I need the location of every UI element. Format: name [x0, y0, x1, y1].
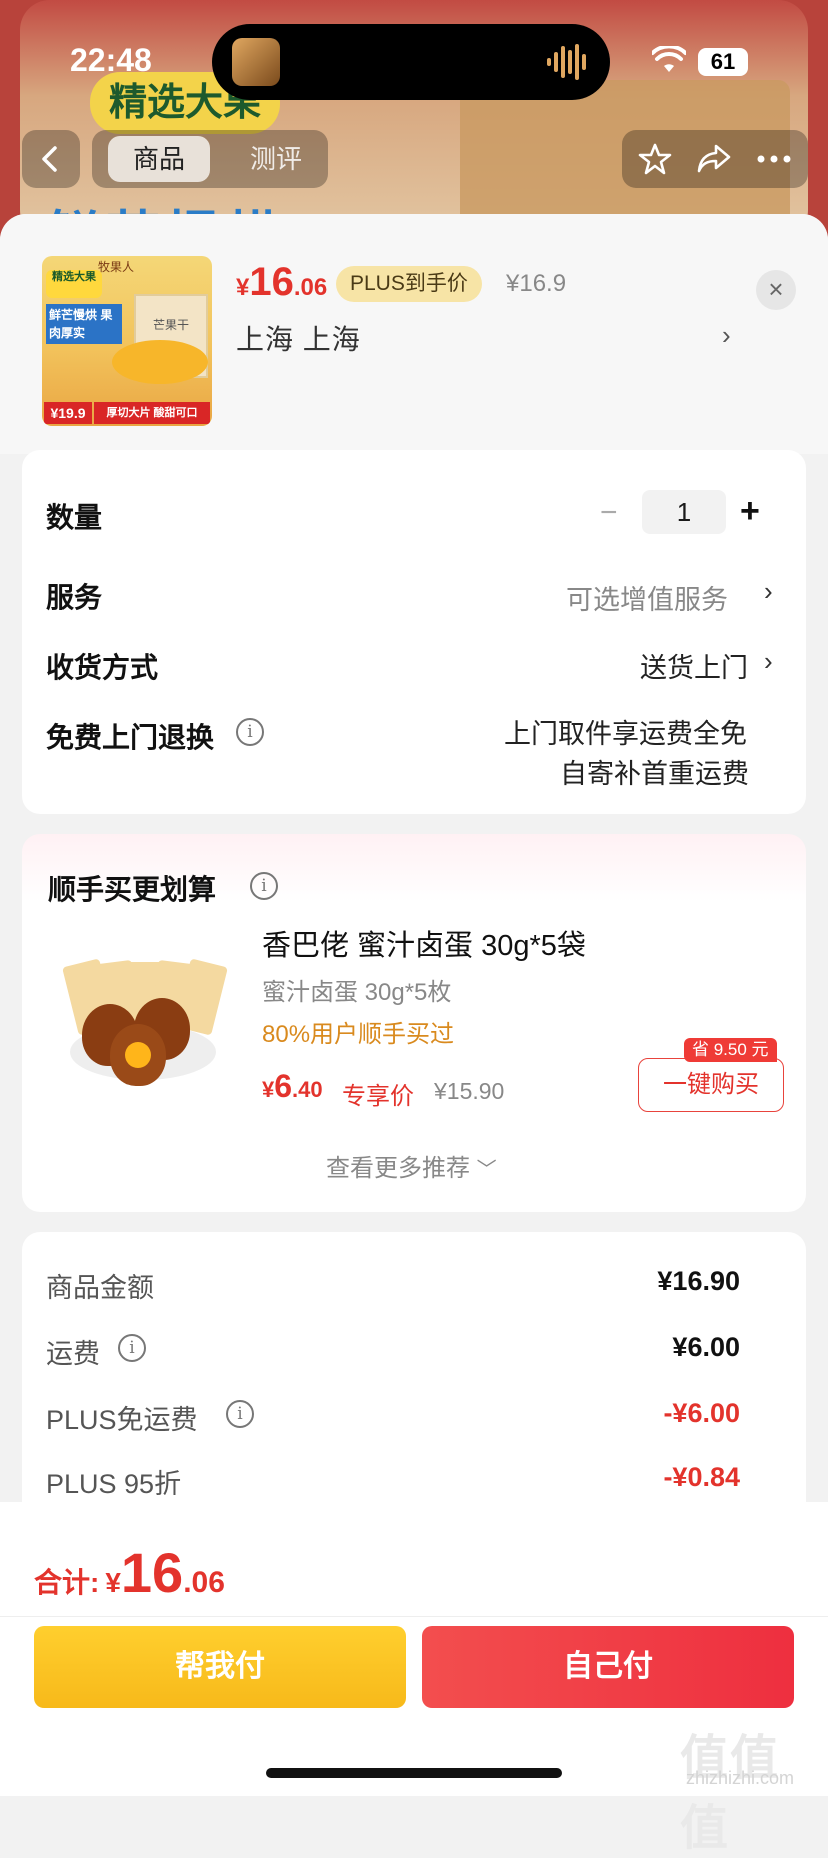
summary-value-plus-free-shipping: -¥6.00 [663, 1398, 740, 1428]
quantity-input[interactable]: 1 [642, 490, 726, 534]
summary-label-subtotal: 商品金额 [46, 1273, 154, 1303]
free-return-line1: 上门取件享运费全免 [504, 719, 747, 749]
info-icon[interactable]: i [236, 718, 264, 746]
close-button[interactable]: × [756, 270, 796, 310]
mango-chips-image [112, 340, 208, 384]
shipping-info-icon[interactable]: i [118, 1334, 146, 1362]
see-more-label: 查看更多推荐 [326, 1155, 470, 1182]
share-icon[interactable] [696, 142, 732, 176]
more-icon[interactable] [756, 154, 792, 164]
summary-label-plus-discount: PLUS 95折 [46, 1469, 182, 1499]
home-indicator[interactable] [266, 1768, 562, 1778]
status-time: 22:48 [70, 42, 152, 78]
savings-badge: 省 9.50 元 [684, 1038, 777, 1062]
divider [0, 1616, 828, 1617]
summary-label-shipping: 运费 [46, 1339, 100, 1369]
recommend-item-title[interactable]: 香巴佬 蜜汁卤蛋 30g*5袋 [262, 922, 586, 964]
quantity-label: 数量 [46, 502, 103, 533]
rec-price-integer: 6 [274, 1068, 293, 1104]
thumb-badge: 精选大果 [46, 270, 102, 298]
price-decimal: .06 [293, 274, 328, 301]
service-chevron-icon[interactable]: › [764, 576, 773, 607]
delivery-chevron-icon[interactable]: › [764, 646, 773, 677]
plus-shipping-info-icon[interactable]: i [226, 1400, 254, 1428]
close-icon: × [768, 274, 784, 304]
original-price: ¥16.9 [506, 270, 567, 297]
summary-label-plus-free-shipping: PLUS免运费 [46, 1405, 198, 1435]
summary-value-plus-discount: -¥0.84 [663, 1462, 740, 1492]
rec-price-currency: ¥ [262, 1077, 275, 1102]
recommend-product-image[interactable] [46, 924, 236, 1114]
thumb-pack-label: 芒果干 [152, 318, 189, 332]
chevron-right-icon[interactable]: › [722, 320, 731, 351]
delivery-method-label: 收货方式 [46, 652, 159, 683]
rec-price-decimal: .40 [292, 1077, 323, 1102]
recommend-item-spec: 蜜汁卤蛋 30g*5枚 [262, 979, 452, 1006]
total-decimal: .06 [183, 1566, 225, 1599]
recommend-title: 顺手买更划算 [48, 874, 217, 905]
thumb-strip: 厚切大片 酸甜可口 [94, 402, 210, 424]
recommend-original-price: ¥15.90 [434, 1078, 505, 1104]
product-thumbnail: 牧果人 精选大果 鲜芒慢烘 果肉厚实 芒果干 ¥19.9 厚切大片 酸甜可口 [42, 256, 212, 426]
star-icon[interactable] [638, 142, 672, 176]
thumb-price-tag: ¥19.9 [44, 402, 92, 424]
price-integer: 16 [249, 260, 294, 304]
chevron-left-icon [42, 146, 57, 172]
total-currency: ¥ [105, 1567, 121, 1598]
thumb-headline: 鲜芒慢烘 果肉厚实 [46, 304, 122, 344]
exclusive-price-label: 专享价 [342, 1083, 414, 1110]
plus-price-badge: PLUS到手价 [336, 266, 482, 302]
free-return-label: 免费上门退换 [46, 722, 215, 753]
quantity-decrement-button[interactable]: − [600, 496, 618, 530]
watermark-url: zhizhizhi.com [686, 1768, 795, 1788]
total-label: 合计: [34, 1567, 100, 1598]
one-click-buy-button[interactable]: 一键购买 [638, 1058, 784, 1112]
thumb-brand: 牧果人 [98, 260, 135, 274]
free-return-line2: 自寄补首重运费 [560, 759, 749, 789]
tab-review[interactable]: 测评 [236, 136, 316, 182]
product-price: ¥ 16 .06 [236, 260, 327, 308]
wifi-icon [652, 46, 686, 72]
summary-value-subtotal: ¥16.90 [657, 1266, 740, 1296]
see-more-recommendations[interactable]: 查看更多推荐 ﹀ [326, 1148, 497, 1183]
delivery-method-value[interactable]: 送货上门 [640, 646, 748, 685]
quantity-increment-button[interactable]: + [740, 492, 760, 531]
chevron-down-icon: ﹀ [476, 1159, 497, 1181]
back-button[interactable] [22, 130, 80, 188]
battery-indicator: 61 [698, 48, 748, 76]
tab-product[interactable]: 商品 [108, 136, 210, 182]
audio-waveform-icon [547, 44, 586, 80]
summary-value-shipping: ¥6.00 [672, 1332, 740, 1362]
top-tools [622, 130, 808, 188]
egg-yolk [125, 1042, 151, 1068]
help-me-pay-button[interactable]: 帮我付 [34, 1626, 406, 1708]
recommend-info-icon[interactable]: i [250, 872, 278, 900]
service-label: 服务 [46, 582, 103, 613]
now-playing-artwork [232, 38, 280, 86]
recommend-social-proof: 80%用户顺手买过 [262, 1021, 455, 1048]
pay-myself-button[interactable]: 自己付 [422, 1626, 794, 1708]
total-integer: 16 [120, 1541, 184, 1604]
service-value[interactable]: 可选增值服务 [566, 578, 728, 617]
price-currency: ¥ [236, 274, 250, 301]
recommend-price: ¥ 6 .40 [262, 1068, 323, 1105]
delivery-location[interactable]: 上海 上海 [236, 318, 361, 358]
total-price: 合计: ¥ 16 .06 [34, 1540, 225, 1605]
